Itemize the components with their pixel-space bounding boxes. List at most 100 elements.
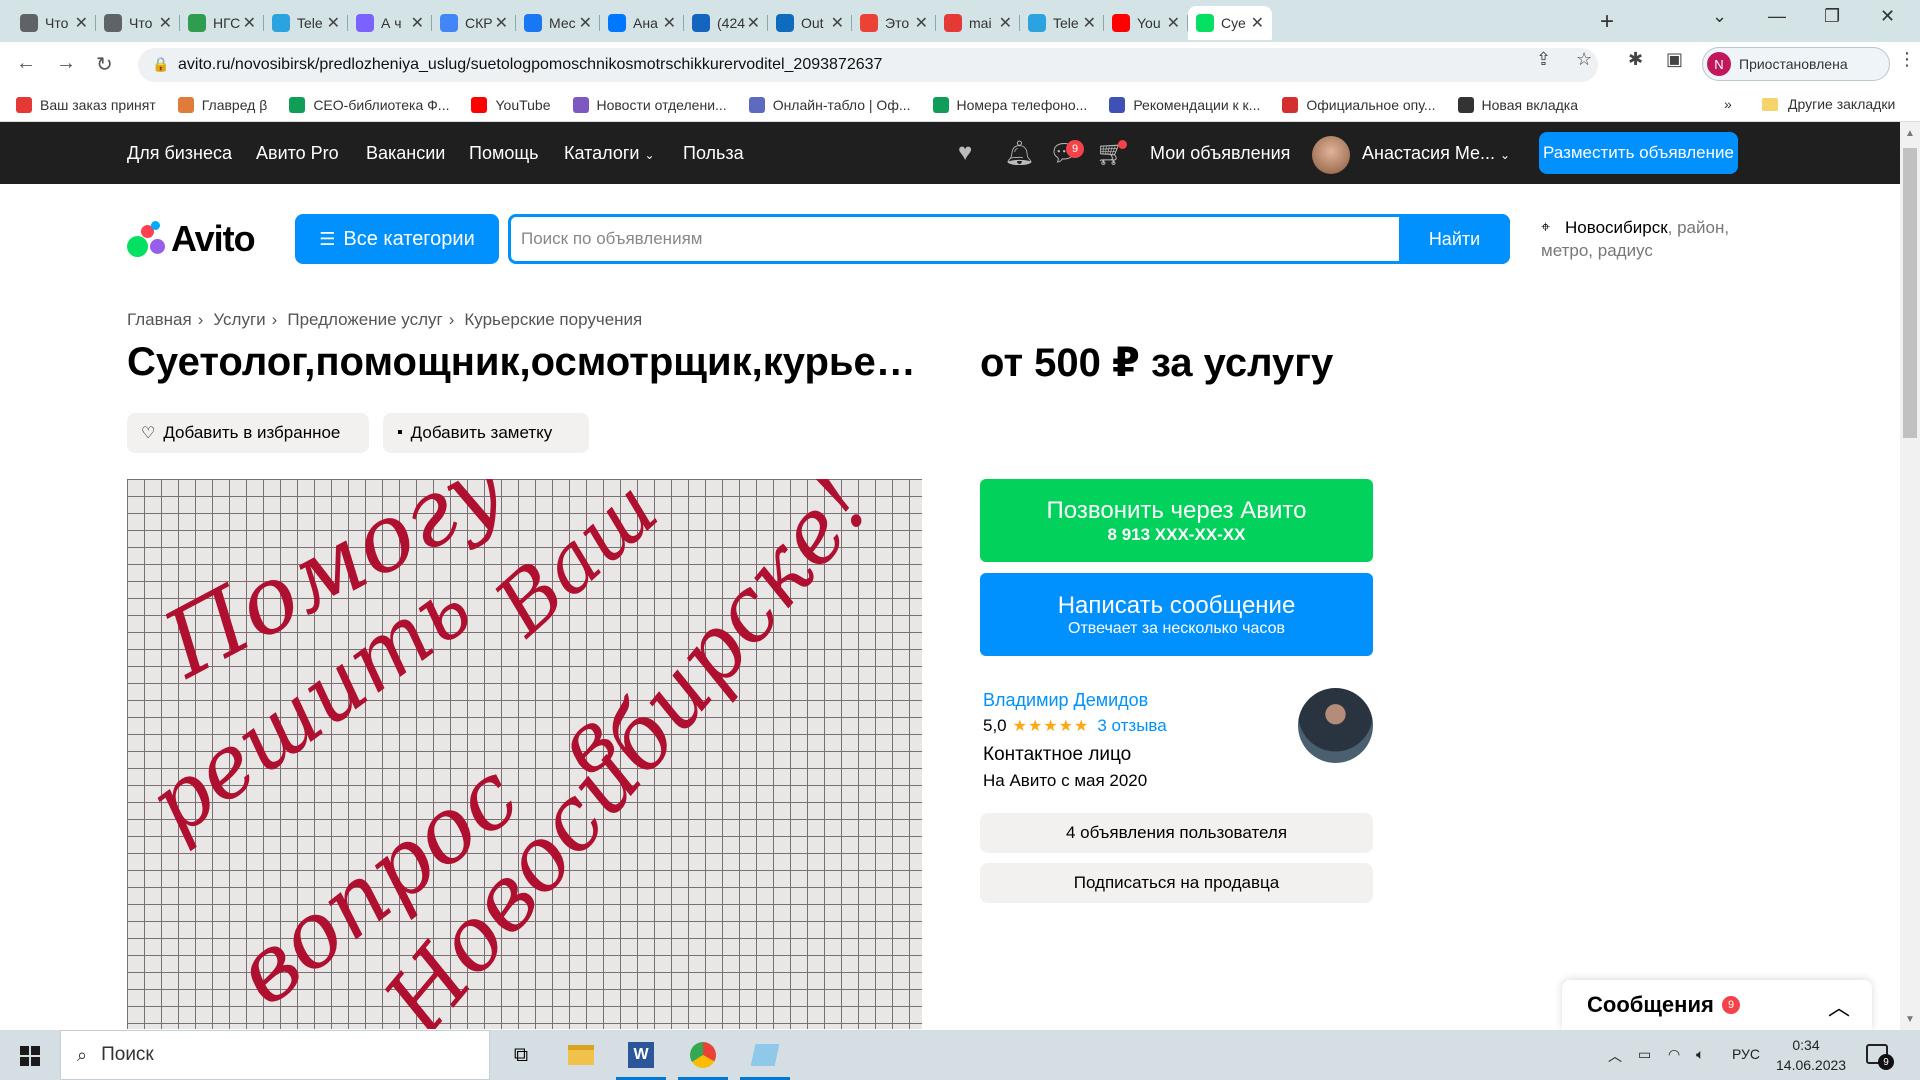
tab-close-icon[interactable]: ✕ [831,13,844,33]
address-bar[interactable]: 🔒 avito.ru/novosibirsk/predlozheniya_usl… [138,48,1598,82]
tab-close-icon[interactable]: ✕ [915,13,928,33]
tab-close-icon[interactable]: ✕ [75,13,88,33]
lock-icon[interactable]: 🔒 [152,56,169,73]
browser-tab[interactable]: Мес ✕ [516,6,600,40]
tab-close-icon[interactable]: ✕ [1251,13,1264,33]
chevron-up-icon[interactable]: ︿ [1828,990,1850,1022]
bookmark-item[interactable]: YouTube [471,96,551,113]
tab-close-icon[interactable]: ✕ [747,13,760,33]
scroll-up-icon[interactable]: ▲ [1905,128,1915,139]
windows-start-icon[interactable] [20,1046,40,1066]
bookmark-item[interactable]: Номера телефоно... [932,96,1087,113]
browser-tab[interactable]: НГС ✕ [180,6,264,40]
breadcrumb-home[interactable]: Главная [127,310,192,330]
forward-icon[interactable]: → [56,52,76,75]
browser-tab[interactable]: Out ✕ [768,6,852,40]
minimize-icon[interactable]: — [1768,6,1786,27]
nav-link-business[interactable]: Для бизнеса [127,143,232,164]
browser-tab[interactable]: Что ✕ [96,6,180,40]
bookmark-star-icon[interactable]: ☆ [1576,49,1592,70]
other-bookmarks-folder[interactable]: Другие закладки [1762,96,1895,112]
browser-tab[interactable]: Суе ✕ [1188,6,1272,40]
browser-tab[interactable]: (424 ✕ [684,6,768,40]
browser-tab[interactable]: Tele ✕ [264,6,348,40]
tab-close-icon[interactable]: ✕ [495,13,508,33]
chrome-icon[interactable] [674,1030,732,1080]
bookmark-item[interactable]: СЕО-библиотека Ф... [289,96,449,113]
tab-close-icon[interactable]: ✕ [1167,13,1180,33]
bookmark-item[interactable]: Главред β [177,96,267,113]
reload-icon[interactable]: ↻ [96,52,113,77]
location-selector[interactable]: ⌖ Новосибирск, район, метро, радиус [1541,216,1741,262]
call-via-avito-button[interactable]: Позвонить через Авито 8 913 XXX-XX-XX [980,479,1373,562]
bookmark-item[interactable]: Ваш заказ принят [16,96,156,113]
browser-tab[interactable]: Это ✕ [852,6,936,40]
nav-link-benefit[interactable]: Польза [683,143,744,164]
tab-close-icon[interactable]: ✕ [663,13,676,33]
browser-tab[interactable]: mai ✕ [936,6,1020,40]
tab-close-icon[interactable]: ✕ [243,13,256,33]
chrome-menu-icon[interactable]: ⋮ [1898,49,1916,70]
seller-avatar[interactable] [1298,688,1373,763]
favorites-heart-icon[interactable]: ♥ [958,139,986,167]
listing-photo[interactable]: Помогу решить Ваш вопрос в Новосибирске! [127,479,922,1029]
tray-chevron-icon[interactable]: ︿ [1608,1046,1622,1066]
bookmark-item[interactable]: Онлайн-табло | Оф... [748,96,911,113]
user-avatar[interactable] [1312,136,1350,174]
maximize-icon[interactable]: ❐ [1824,6,1840,27]
browser-tab[interactable]: You ✕ [1104,6,1188,40]
breadcrumb-service-offers[interactable]: Предложение услуг [287,310,442,330]
side-panel-icon[interactable]: ▣ [1666,49,1683,70]
nav-link-vacancies[interactable]: Вакансии [366,143,445,164]
bookmark-item[interactable]: Официальное опу... [1282,96,1436,113]
back-icon[interactable]: ← [16,52,36,75]
search-input[interactable] [521,227,1381,251]
browser-tab[interactable]: Что ✕ [12,6,96,40]
all-categories-button[interactable]: ☰ Все категории [295,214,499,264]
nav-link-catalogs[interactable]: Каталоги ⌄ [564,143,655,164]
avito-logo[interactable]: Avito [127,218,256,260]
nav-link-avito-pro[interactable]: Авито Pro [256,143,339,164]
battery-icon[interactable]: ▭ [1638,1046,1651,1063]
tab-close-icon[interactable]: ✕ [327,13,340,33]
my-ads-link[interactable]: Мои объявления [1150,143,1290,164]
browser-tab[interactable]: А ч ✕ [348,6,432,40]
tab-close-icon[interactable]: ✕ [411,13,424,33]
breadcrumb-courier[interactable]: Курьерские поручения [464,310,642,330]
tab-close-icon[interactable]: ✕ [579,13,592,33]
notification-center-icon[interactable]: 9 [1866,1044,1894,1070]
bookmark-item[interactable]: Новости отделени... [572,96,727,113]
browser-tab[interactable]: Ана ✕ [600,6,684,40]
tab-close-icon[interactable]: ✕ [159,13,172,33]
language-indicator[interactable]: РУС [1732,1046,1760,1062]
notifications-bell-icon[interactable]: 🔔︎ [1004,139,1034,167]
tab-close-icon[interactable]: ✕ [1083,13,1096,33]
bookmark-item[interactable]: Новая вкладка [1457,96,1578,113]
profile-button[interactable]: N Приостановлена [1702,47,1890,81]
task-view-icon[interactable]: ⧉ [492,1030,550,1080]
close-window-icon[interactable]: ✕ [1880,6,1895,27]
search-submit-button[interactable]: Найти [1399,214,1510,264]
taskbar-clock[interactable]: 0:34 14.06.2023 [1776,1035,1846,1075]
bookmark-item[interactable]: Рекомендации к к... [1109,96,1260,113]
app-icon[interactable] [736,1030,794,1080]
browser-tab[interactable]: Tele ✕ [1020,6,1104,40]
taskbar-search[interactable]: ⌕ Поиск [60,1030,490,1080]
page-scrollbar[interactable]: ▲ ▼ [1900,122,1920,1030]
extensions-icon[interactable]: ✱ [1628,49,1643,70]
tab-close-icon[interactable]: ✕ [999,13,1012,33]
tab-search-icon[interactable]: ⌄ [1712,6,1727,27]
seller-ads-button[interactable]: 4 объявления пользователя [980,813,1373,853]
file-explorer-icon[interactable] [552,1030,610,1080]
subscribe-seller-button[interactable]: Подписаться на продавца [980,863,1373,903]
scrollbar-thumb[interactable] [1903,148,1917,438]
add-note-button[interactable]: ▪ Добавить заметку [383,413,589,453]
word-icon[interactable]: W [612,1030,670,1080]
bookmarks-overflow-button[interactable]: » [1724,96,1732,112]
user-menu[interactable]: Анастасия Ме... ⌄ [1362,143,1510,164]
post-ad-button[interactable]: Разместить объявление [1539,132,1738,174]
share-icon[interactable]: ⇪ [1536,49,1551,70]
breadcrumb-services[interactable]: Услуги [213,310,265,330]
write-message-button[interactable]: Написать сообщение Отвечает за несколько… [980,573,1373,656]
scroll-down-icon[interactable]: ▼ [1905,1014,1915,1025]
